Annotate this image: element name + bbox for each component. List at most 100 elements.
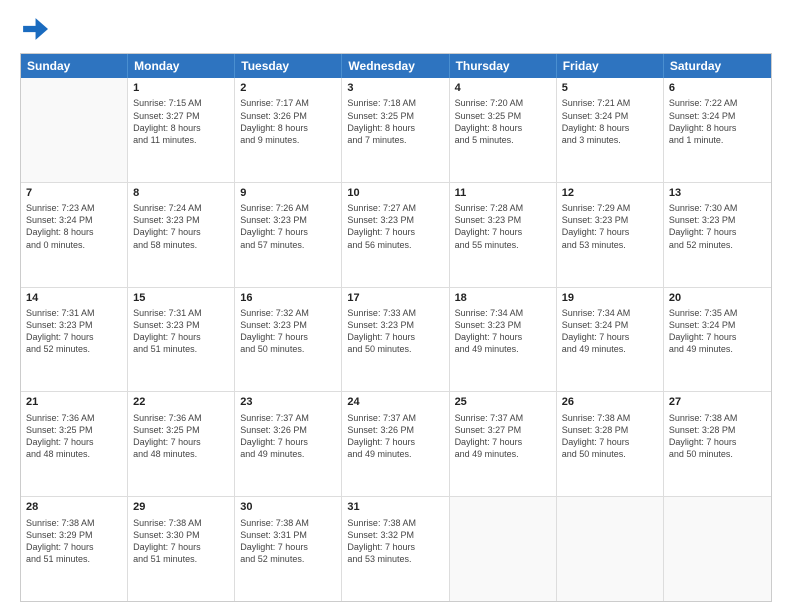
page: SundayMondayTuesdayWednesdayThursdayFrid…	[0, 0, 792, 612]
day-number: 11	[455, 186, 551, 201]
cell-line: Daylight: 8 hours	[669, 122, 766, 134]
cell-line: Sunrise: 7:29 AM	[562, 202, 658, 214]
day-number: 8	[133, 186, 229, 201]
calendar-header-day: Wednesday	[342, 54, 449, 78]
cell-line: Sunset: 3:23 PM	[562, 214, 658, 226]
cell-line: Sunset: 3:23 PM	[133, 214, 229, 226]
calendar-cell: 24Sunrise: 7:37 AMSunset: 3:26 PMDayligh…	[342, 392, 449, 496]
calendar-cell: 27Sunrise: 7:38 AMSunset: 3:28 PMDayligh…	[664, 392, 771, 496]
cell-line: Sunset: 3:29 PM	[26, 529, 122, 541]
logo-icon	[20, 15, 48, 43]
calendar-cell: 7Sunrise: 7:23 AMSunset: 3:24 PMDaylight…	[21, 183, 128, 287]
day-number: 31	[347, 500, 443, 515]
cell-line: and 48 minutes.	[133, 448, 229, 460]
calendar-cell: 28Sunrise: 7:38 AMSunset: 3:29 PMDayligh…	[21, 497, 128, 601]
day-number: 25	[455, 395, 551, 410]
calendar-cell: 2Sunrise: 7:17 AMSunset: 3:26 PMDaylight…	[235, 78, 342, 182]
calendar-header-day: Friday	[557, 54, 664, 78]
cell-line: Daylight: 8 hours	[562, 122, 658, 134]
cell-line: and 52 minutes.	[26, 343, 122, 355]
cell-line: Daylight: 7 hours	[669, 331, 766, 343]
day-number: 23	[240, 395, 336, 410]
cell-line: Daylight: 7 hours	[133, 436, 229, 448]
cell-line: Daylight: 7 hours	[133, 331, 229, 343]
cell-line: Sunset: 3:23 PM	[26, 319, 122, 331]
day-number: 24	[347, 395, 443, 410]
cell-line: Sunset: 3:23 PM	[240, 214, 336, 226]
cell-line: Sunset: 3:27 PM	[133, 110, 229, 122]
cell-line: Sunset: 3:31 PM	[240, 529, 336, 541]
cell-line: Sunrise: 7:30 AM	[669, 202, 766, 214]
cell-line: Sunset: 3:26 PM	[240, 424, 336, 436]
day-number: 12	[562, 186, 658, 201]
cell-line: Sunrise: 7:26 AM	[240, 202, 336, 214]
cell-line: Daylight: 8 hours	[240, 122, 336, 134]
calendar-cell	[21, 78, 128, 182]
cell-line: Daylight: 7 hours	[347, 436, 443, 448]
cell-line: Sunrise: 7:34 AM	[455, 307, 551, 319]
cell-line: Sunrise: 7:17 AM	[240, 97, 336, 109]
cell-line: and 3 minutes.	[562, 134, 658, 146]
day-number: 29	[133, 500, 229, 515]
cell-line: and 50 minutes.	[669, 448, 766, 460]
calendar-header-day: Tuesday	[235, 54, 342, 78]
cell-line: Sunset: 3:25 PM	[455, 110, 551, 122]
cell-line: Sunset: 3:25 PM	[133, 424, 229, 436]
calendar-cell: 4Sunrise: 7:20 AMSunset: 3:25 PMDaylight…	[450, 78, 557, 182]
cell-line: Sunset: 3:28 PM	[669, 424, 766, 436]
day-number: 9	[240, 186, 336, 201]
cell-line: Sunset: 3:32 PM	[347, 529, 443, 541]
cell-line: Sunset: 3:25 PM	[347, 110, 443, 122]
cell-line: Daylight: 7 hours	[240, 436, 336, 448]
day-number: 10	[347, 186, 443, 201]
cell-line: Sunrise: 7:20 AM	[455, 97, 551, 109]
calendar-cell: 5Sunrise: 7:21 AMSunset: 3:24 PMDaylight…	[557, 78, 664, 182]
cell-line: Sunset: 3:24 PM	[562, 110, 658, 122]
calendar-cell: 21Sunrise: 7:36 AMSunset: 3:25 PMDayligh…	[21, 392, 128, 496]
cell-line: and 11 minutes.	[133, 134, 229, 146]
calendar-cell: 26Sunrise: 7:38 AMSunset: 3:28 PMDayligh…	[557, 392, 664, 496]
calendar-cell: 30Sunrise: 7:38 AMSunset: 3:31 PMDayligh…	[235, 497, 342, 601]
cell-line: and 49 minutes.	[669, 343, 766, 355]
cell-line: and 50 minutes.	[347, 343, 443, 355]
cell-line: Sunrise: 7:36 AM	[133, 412, 229, 424]
day-number: 6	[669, 81, 766, 96]
day-number: 26	[562, 395, 658, 410]
cell-line: Daylight: 8 hours	[455, 122, 551, 134]
day-number: 7	[26, 186, 122, 201]
day-number: 22	[133, 395, 229, 410]
cell-line: and 5 minutes.	[455, 134, 551, 146]
header	[20, 15, 772, 43]
cell-line: Sunset: 3:24 PM	[669, 319, 766, 331]
calendar-cell: 6Sunrise: 7:22 AMSunset: 3:24 PMDaylight…	[664, 78, 771, 182]
cell-line: Sunset: 3:24 PM	[26, 214, 122, 226]
cell-line: and 56 minutes.	[347, 239, 443, 251]
day-number: 13	[669, 186, 766, 201]
cell-line: Sunrise: 7:38 AM	[669, 412, 766, 424]
day-number: 17	[347, 291, 443, 306]
cell-line: Sunrise: 7:36 AM	[26, 412, 122, 424]
cell-line: Daylight: 8 hours	[133, 122, 229, 134]
cell-line: Sunrise: 7:31 AM	[133, 307, 229, 319]
cell-line: Sunset: 3:23 PM	[347, 214, 443, 226]
day-number: 3	[347, 81, 443, 96]
cell-line: and 57 minutes.	[240, 239, 336, 251]
calendar-cell: 3Sunrise: 7:18 AMSunset: 3:25 PMDaylight…	[342, 78, 449, 182]
calendar-row: 14Sunrise: 7:31 AMSunset: 3:23 PMDayligh…	[21, 288, 771, 393]
cell-line: Sunrise: 7:38 AM	[240, 517, 336, 529]
calendar-row: 28Sunrise: 7:38 AMSunset: 3:29 PMDayligh…	[21, 497, 771, 601]
calendar-cell: 22 Sunrise: 7:36 AMSunset: 3:25 PMDayligh…	[128, 392, 235, 496]
cell-line: Daylight: 7 hours	[562, 436, 658, 448]
day-number: 2	[240, 81, 336, 96]
cell-line: Sunrise: 7:37 AM	[347, 412, 443, 424]
calendar-cell: 15Sunrise: 7:31 AMSunset: 3:23 PMDayligh…	[128, 288, 235, 392]
cell-line: Daylight: 7 hours	[455, 226, 551, 238]
cell-line: Sunset: 3:23 PM	[455, 319, 551, 331]
calendar-row: 1Sunrise: 7:15 AMSunset: 3:27 PMDaylight…	[21, 78, 771, 183]
cell-line: and 52 minutes.	[240, 553, 336, 565]
day-number: 28	[26, 500, 122, 515]
cell-line: Sunrise: 7:32 AM	[240, 307, 336, 319]
calendar-cell	[450, 497, 557, 601]
cell-line: and 49 minutes.	[455, 343, 551, 355]
calendar-header-day: Saturday	[664, 54, 771, 78]
